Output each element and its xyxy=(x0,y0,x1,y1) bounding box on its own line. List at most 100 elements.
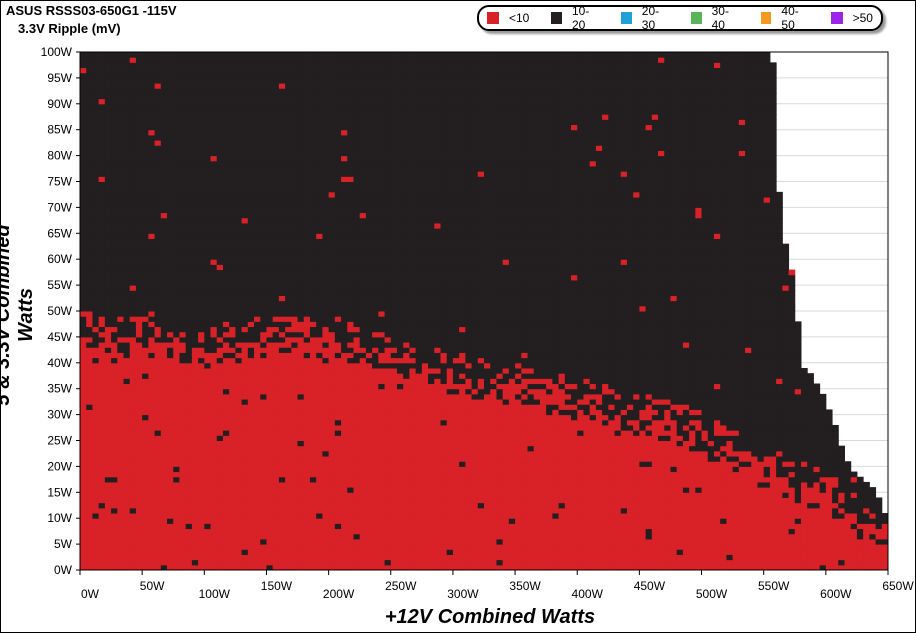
heatmap-cell xyxy=(564,430,572,436)
heatmap-cell xyxy=(142,559,149,566)
heatmap-cell xyxy=(769,476,777,483)
heatmap-cell xyxy=(129,378,137,385)
heatmap-cell xyxy=(440,507,448,514)
heatmap-cell xyxy=(266,378,274,385)
heatmap-cell xyxy=(353,513,361,519)
heatmap-cell xyxy=(626,435,634,441)
heatmap-cell xyxy=(86,440,93,447)
heatmap-cell xyxy=(446,450,454,457)
heatmap-cell xyxy=(160,367,168,374)
heatmap-cell xyxy=(142,544,149,550)
heatmap-cell xyxy=(353,388,361,395)
heatmap-cell xyxy=(564,440,572,447)
heatmap-cell xyxy=(533,450,541,457)
heatmap-cell xyxy=(782,409,790,416)
heatmap-cell xyxy=(309,373,317,379)
heatmap-cell xyxy=(645,393,653,400)
heatmap-cell xyxy=(216,367,224,374)
heatmap-cell xyxy=(658,476,665,483)
heatmap-cell xyxy=(403,559,410,566)
heatmap-cell xyxy=(819,435,827,441)
heatmap-cell xyxy=(800,383,808,390)
heatmap-cell xyxy=(720,461,727,467)
heatmap-cell xyxy=(707,430,715,436)
heatmap-cell xyxy=(210,373,218,379)
heatmap-cell xyxy=(216,523,224,530)
heatmap-cell xyxy=(117,476,125,483)
heatmap-cell xyxy=(390,502,398,509)
heatmap-cell xyxy=(135,378,143,385)
heatmap-cell xyxy=(459,476,466,483)
heatmap-cell xyxy=(260,487,267,493)
heatmap-cell xyxy=(247,430,255,436)
heatmap-cell xyxy=(745,559,752,566)
heatmap-cell xyxy=(502,466,510,473)
heatmap-cell xyxy=(732,538,740,545)
heatmap-cell xyxy=(620,559,628,566)
heatmap-cell xyxy=(515,559,522,566)
heatmap-cell xyxy=(204,487,212,493)
heatmap-cell xyxy=(484,373,491,379)
heatmap-cell xyxy=(117,471,125,478)
heatmap-cell xyxy=(527,393,535,400)
heatmap-cell xyxy=(763,414,771,421)
heatmap-cell xyxy=(241,523,249,530)
heatmap-cell xyxy=(204,383,212,390)
heatmap-cell xyxy=(670,549,678,555)
heatmap-cell xyxy=(571,497,578,504)
heatmap-cell xyxy=(838,559,845,566)
heatmap-cell xyxy=(111,388,118,395)
heatmap-cell xyxy=(595,492,603,498)
heatmap-cell xyxy=(135,538,143,545)
heatmap-cell xyxy=(819,518,827,524)
heatmap-cell xyxy=(558,456,566,462)
heatmap-cell xyxy=(216,419,224,426)
heatmap-cell xyxy=(552,538,560,545)
heatmap-cell xyxy=(521,559,529,566)
heatmap-cell xyxy=(347,523,354,530)
heatmap-cell xyxy=(558,544,566,550)
heatmap-cell xyxy=(720,404,727,410)
heatmap-cell xyxy=(80,362,87,369)
heatmap-cell xyxy=(626,481,634,488)
heatmap-cell xyxy=(701,461,709,467)
heatmap-cell xyxy=(546,414,553,421)
heatmap-cell xyxy=(328,373,336,379)
heatmap-cell xyxy=(527,487,535,493)
heatmap-cell xyxy=(577,373,584,379)
heatmap-cell xyxy=(751,523,758,530)
heatmap-cell xyxy=(465,549,473,555)
heatmap-cell xyxy=(191,466,199,473)
heatmap-cell xyxy=(713,523,721,530)
heatmap-cell xyxy=(365,367,373,374)
heatmap-cell xyxy=(825,544,833,550)
heatmap-cell xyxy=(832,471,839,478)
heatmap-cell xyxy=(875,497,883,504)
heatmap-cell xyxy=(477,419,485,426)
heatmap-cell xyxy=(421,424,429,431)
heatmap-cell xyxy=(278,367,286,374)
heatmap-cell xyxy=(496,559,504,566)
heatmap-cell xyxy=(266,492,274,498)
heatmap-cell xyxy=(571,378,578,385)
heatmap-cell xyxy=(658,544,665,550)
heatmap-cell xyxy=(620,466,628,473)
heatmap-cell xyxy=(800,471,808,478)
heatmap-cell xyxy=(104,513,112,519)
heatmap-cell xyxy=(247,424,255,431)
heatmap-cell xyxy=(247,481,255,488)
heatmap-cell xyxy=(645,518,653,524)
heatmap-cell xyxy=(589,538,597,545)
heatmap-cell xyxy=(216,404,224,410)
heatmap-cell xyxy=(508,513,516,519)
heatmap-cell xyxy=(80,409,87,416)
heatmap-cell xyxy=(191,373,199,379)
heatmap-cell xyxy=(645,497,653,504)
heatmap-cell xyxy=(235,466,243,473)
heatmap-cell xyxy=(347,445,354,452)
heatmap-cell xyxy=(800,476,808,483)
heatmap-cell xyxy=(626,466,634,473)
heatmap-cell xyxy=(285,440,292,447)
heatmap-cell xyxy=(409,414,417,421)
heatmap-cell xyxy=(359,476,367,483)
